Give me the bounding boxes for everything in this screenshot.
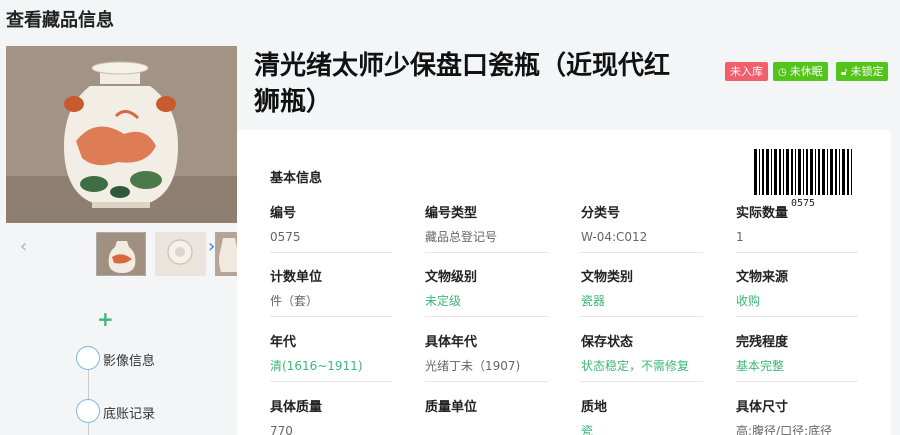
- info-field: 文物来源 收购: [736, 266, 858, 317]
- info-field: 具体年代光绪丁未（1907): [425, 331, 547, 382]
- info-field-value: 770: [270, 423, 392, 435]
- info-field-label: 编号: [270, 206, 297, 221]
- info-field-label: 文物级别: [425, 270, 478, 285]
- info-field: 质量单位: [425, 396, 547, 435]
- gallery-next-button[interactable]: ›: [208, 236, 215, 257]
- info-field: 文物类别 瓷器: [581, 266, 703, 317]
- info-field-value: 1: [736, 229, 858, 253]
- lock-icon: 🔓︎: [841, 67, 848, 78]
- info-field-value: 基本完整: [736, 358, 858, 382]
- info-field: 年代清(1616~1911): [270, 331, 392, 382]
- clock-icon: ◷: [778, 67, 787, 78]
- info-field: 保存状态状态稳定，不需修复: [581, 331, 703, 382]
- relic-main-photo[interactable]: [6, 46, 237, 223]
- vase-image: [6, 46, 237, 223]
- info-field: 具体尺寸高:腹径/口径:底径: [736, 396, 858, 435]
- info-field: 分类号 W-04:C012: [581, 202, 703, 253]
- status-badge-not-dormant: ◷ 未休眠: [773, 62, 828, 81]
- info-field: 质地瓷: [581, 396, 703, 435]
- info-field-value: 瓷器: [581, 293, 703, 317]
- info-field-value: 件（套）: [270, 293, 392, 317]
- status-badge-label: 未休眠: [789, 65, 823, 78]
- info-field: 文物级别 未定级: [425, 266, 547, 317]
- info-field-label: 保存状态: [581, 335, 634, 350]
- info-field-label: 具体年代: [425, 335, 478, 350]
- sidebar-item-ledger-records[interactable]: 底账记录: [103, 403, 155, 422]
- info-field-label: 年代: [270, 335, 297, 350]
- info-field-value: 清(1616~1911): [270, 358, 392, 382]
- info-field-value: 光绪丁未（1907): [425, 358, 547, 382]
- status-badge-label: 未入库: [730, 65, 763, 78]
- info-field-value: 0575: [270, 229, 392, 253]
- info-field-label: 文物来源: [736, 270, 789, 285]
- gallery-thumbnail[interactable]: [215, 232, 237, 276]
- section-title-basic-info: 基本信息: [270, 171, 323, 186]
- add-icon[interactable]: +: [97, 309, 114, 329]
- info-field-label: 计数单位: [270, 270, 323, 285]
- info-field: 编号 0575: [270, 202, 392, 253]
- info-field: 完残程度 基本完整: [736, 331, 858, 382]
- info-field-label: 完残程度: [736, 335, 789, 350]
- info-field-label: 编号类型: [425, 206, 478, 221]
- info-field-label: 文物类别: [581, 270, 634, 285]
- vase-thumbnail-image: [97, 233, 145, 275]
- info-field: 具体质量 770: [270, 396, 392, 435]
- info-field-value: W-04:C012: [581, 229, 703, 253]
- info-field-label: 具体质量: [270, 400, 323, 415]
- info-field-label: 实际数量: [736, 206, 789, 221]
- timeline-node[interactable]: [76, 346, 100, 370]
- status-badge-label: 未锁定: [850, 65, 884, 78]
- info-field-value: 高:腹径/口径:底径: [736, 423, 858, 435]
- info-field-label: 质地: [581, 400, 608, 415]
- info-field: 编号类型藏品总登记号: [425, 202, 547, 253]
- status-badge-not-locked: 🔓︎ 未锁定: [836, 62, 889, 81]
- relic-name: 清光绪太师少保盘口瓷瓶（近现代红狮瓶）: [254, 51, 671, 117]
- info-field-value: 未定级: [425, 293, 547, 317]
- barcode: [754, 149, 856, 195]
- timeline-node[interactable]: [76, 399, 100, 423]
- gallery-thumbnail[interactable]: [155, 232, 206, 276]
- info-field-value: 收购: [736, 293, 858, 317]
- info-field-value: 状态稳定，不需修复: [581, 358, 703, 382]
- sidebar-item-image-info[interactable]: 影像信息: [103, 350, 155, 369]
- vase-base-thumbnail-image: [155, 232, 206, 276]
- gallery-thumbnail[interactable]: [96, 232, 146, 276]
- info-field-value: [425, 423, 547, 435]
- gallery-prev-button[interactable]: ‹: [20, 236, 27, 257]
- info-field-label: 质量单位: [425, 400, 478, 415]
- info-field-label: 分类号: [581, 206, 621, 221]
- status-badge-not-stored: 未入库: [725, 62, 768, 81]
- page-title: 查看藏品信息: [6, 10, 114, 31]
- info-field-value: 藏品总登记号: [425, 229, 547, 253]
- info-field-label: 具体尺寸: [736, 400, 789, 415]
- info-field: 实际数量 1: [736, 202, 858, 253]
- basic-info-card: 基本信息 0575 编号 0575 编号类型 藏品总登记号 分类号 W-04:C012 实际…: [237, 130, 891, 435]
- info-field-value: 瓷: [581, 423, 703, 435]
- info-field: 计数单位件（套）: [270, 266, 392, 317]
- vase-side-thumbnail-image: [215, 232, 237, 276]
